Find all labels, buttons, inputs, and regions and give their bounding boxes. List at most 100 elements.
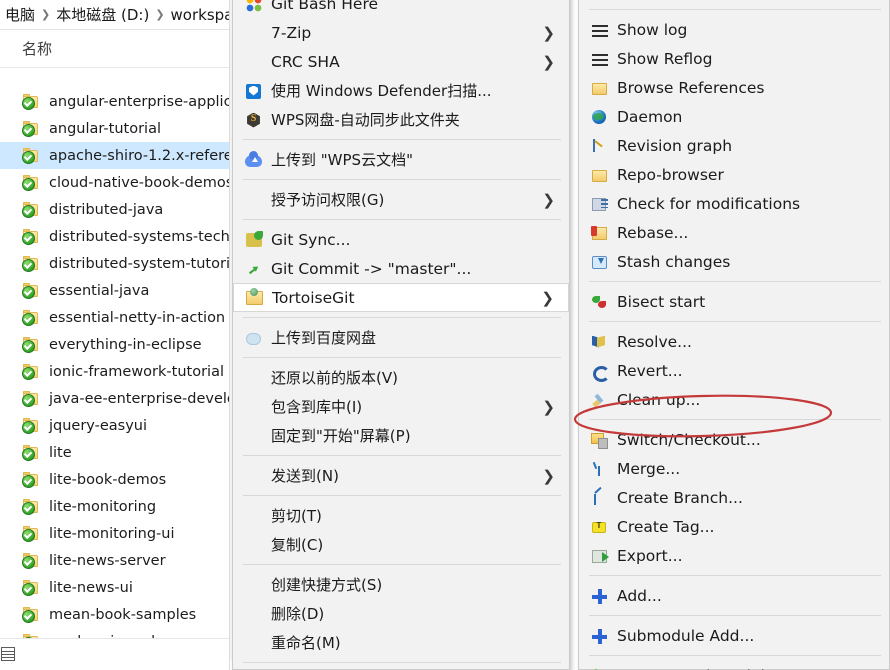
breadcrumb[interactable]: 电脑 ❯ 本地磁盘 (D:) ❯ workspace — [0, 0, 240, 30]
create-patch-serial-icon — [589, 666, 611, 670]
browse-references-icon — [589, 78, 611, 98]
menu-item[interactable]: WPS网盘-自动同步此文件夹 — [233, 105, 569, 134]
menu-item[interactable]: Git Bash Here — [233, 0, 569, 18]
file-list-item[interactable]: distributed-system-tutorial — [0, 250, 240, 277]
menu-item[interactable]: 包含到库中(I) ❯ — [233, 392, 569, 421]
breadcrumb-item-1[interactable]: 本地磁盘 (D:) — [53, 4, 152, 25]
tortoisegit-submenu[interactable]: Diff with previous version Show log Show R… — [578, 0, 890, 670]
daemon-globe-icon — [589, 107, 611, 127]
menu-item-label: 创建快捷方式(S) — [271, 576, 383, 594]
breadcrumb-item-0[interactable]: 电脑 — [2, 4, 38, 25]
menu-item[interactable]: Submodule Add... — [579, 621, 889, 650]
menu-item[interactable]: TortoiseGit ❯ — [233, 283, 569, 312]
chevron-right-icon: ❯ — [542, 191, 555, 209]
menu-item[interactable]: Check for modifications — [579, 189, 889, 218]
menu-item[interactable]: Revert... — [579, 356, 889, 385]
resolve-icon — [589, 332, 611, 352]
file-list-item[interactable]: distributed-systems-technology — [0, 223, 240, 250]
menu-item[interactable]: 剪切(T) — [233, 501, 569, 530]
rebase-icon — [589, 223, 611, 243]
folder-git-ok-icon — [22, 417, 39, 434]
menu-item[interactable]: CRC SHA ❯ — [233, 47, 569, 76]
menu-item[interactable]: 还原以前的版本(V) — [233, 363, 569, 392]
menu-item-label: 包含到库中(I) — [271, 398, 363, 416]
menu-item[interactable]: 创建快捷方式(S) — [233, 570, 569, 599]
menu-item-label: 剪切(T) — [271, 507, 322, 525]
file-list-item[interactable]: ionic-framework-tutorial — [0, 358, 240, 385]
file-list[interactable]: angular-enterprise-application angular-tu… — [0, 68, 240, 650]
menu-item-label: Git Commit -> "master"... — [271, 259, 472, 278]
file-list-item[interactable]: lite-news-server — [0, 547, 240, 574]
menu-item[interactable]: Daemon — [579, 102, 889, 131]
menu-item[interactable]: Git Sync... — [233, 225, 569, 254]
menu-separator — [243, 139, 561, 140]
menu-item[interactable]: 删除(D) — [233, 599, 569, 628]
menu-item[interactable]: Diff with previous version — [579, 0, 889, 4]
menu-item-label: Revert... — [617, 361, 683, 380]
menu-item[interactable]: 授予访问权限(G) ❯ — [233, 185, 569, 214]
menu-item[interactable]: Create Tag... — [579, 512, 889, 541]
file-list-item[interactable]: essential-java — [0, 277, 240, 304]
menu-separator — [243, 219, 561, 220]
folder-git-ok-icon — [22, 201, 39, 218]
merge-icon — [589, 459, 611, 479]
menu-item[interactable]: Clean up... — [579, 385, 889, 414]
menu-item[interactable]: 使用 Windows Defender扫描... — [233, 76, 569, 105]
folder-git-ok-icon — [22, 282, 39, 299]
menu-item[interactable]: 上传到百度网盘 — [233, 323, 569, 352]
menu-separator — [589, 419, 881, 420]
no-icon — [243, 506, 265, 526]
file-name-label: mean-book-samples — [49, 606, 197, 623]
menu-item[interactable]: Bisect start — [579, 287, 889, 316]
file-list-item[interactable]: apache-shiro-1.2.x-reference — [0, 142, 240, 169]
menu-item-label: Bisect start — [617, 292, 706, 311]
menu-item[interactable]: 发送到(N) ❯ — [233, 461, 569, 490]
file-list-item[interactable]: cloud-native-book-demos — [0, 169, 240, 196]
file-list-item[interactable]: java-ee-enterprise-development — [0, 385, 240, 412]
menu-item[interactable]: Create Branch... — [579, 483, 889, 512]
menu-separator — [243, 317, 561, 318]
context-menu[interactable]: Git Bash Here 7-Zip ❯ CRC SHA ❯ 使用 Windows De… — [232, 0, 570, 670]
menu-item[interactable]: Rebase... — [579, 218, 889, 247]
menu-separator — [243, 564, 561, 565]
menu-item[interactable]: Create Patch Serial... — [579, 661, 889, 670]
folder-git-ok-icon — [22, 336, 39, 353]
file-list-item[interactable]: essential-netty-in-action — [0, 304, 240, 331]
menu-item[interactable]: 7-Zip ❯ — [233, 18, 569, 47]
menu-item[interactable]: Add... — [579, 581, 889, 610]
menu-item[interactable]: Stash changes — [579, 247, 889, 276]
file-list-item[interactable]: lite-monitoring-ui — [0, 520, 240, 547]
file-list-item[interactable]: lite-book-demos — [0, 466, 240, 493]
menu-item[interactable]: 固定到"开始"屏幕(P) — [233, 421, 569, 450]
file-list-item[interactable]: lite-monitoring — [0, 493, 240, 520]
file-list-item[interactable]: distributed-java — [0, 196, 240, 223]
file-list-item[interactable]: lite-news-ui — [0, 574, 240, 601]
file-list-item[interactable]: mean-book-samples — [0, 601, 240, 628]
menu-item[interactable]: Export... — [579, 541, 889, 570]
column-header-name[interactable]: 名称 — [0, 30, 240, 68]
menu-item[interactable]: Show Reflog — [579, 44, 889, 73]
details-view-icon[interactable] — [1, 647, 15, 661]
export-icon — [589, 546, 611, 566]
file-list-item[interactable]: angular-enterprise-application — [0, 88, 240, 115]
file-list-item[interactable]: angular-tutorial — [0, 115, 240, 142]
menu-item[interactable]: Switch/Checkout... — [579, 425, 889, 454]
menu-item[interactable]: Merge... — [579, 454, 889, 483]
menu-item[interactable]: 复制(C) — [233, 530, 569, 559]
file-list-item[interactable]: lite — [0, 439, 240, 466]
folder-git-ok-icon — [22, 228, 39, 245]
menu-item[interactable]: Revision graph — [579, 131, 889, 160]
folder-git-ok-icon — [22, 552, 39, 569]
file-list-item[interactable]: everything-in-eclipse — [0, 331, 240, 358]
file-list-item[interactable]: jquery-easyui — [0, 412, 240, 439]
menu-item[interactable]: 重命名(M) — [233, 628, 569, 657]
menu-item[interactable]: 上传到 "WPS云文档" — [233, 145, 569, 174]
menu-item-label: 上传到百度网盘 — [271, 329, 377, 347]
menu-item[interactable]: Browse References — [579, 73, 889, 102]
menu-item[interactable]: Resolve... — [579, 327, 889, 356]
no-icon — [243, 575, 265, 595]
menu-item[interactable]: Show log — [579, 15, 889, 44]
menu-separator — [589, 575, 881, 576]
menu-item[interactable]: Repo-browser — [579, 160, 889, 189]
menu-item[interactable]: Git Commit -> "master"... — [233, 254, 569, 283]
